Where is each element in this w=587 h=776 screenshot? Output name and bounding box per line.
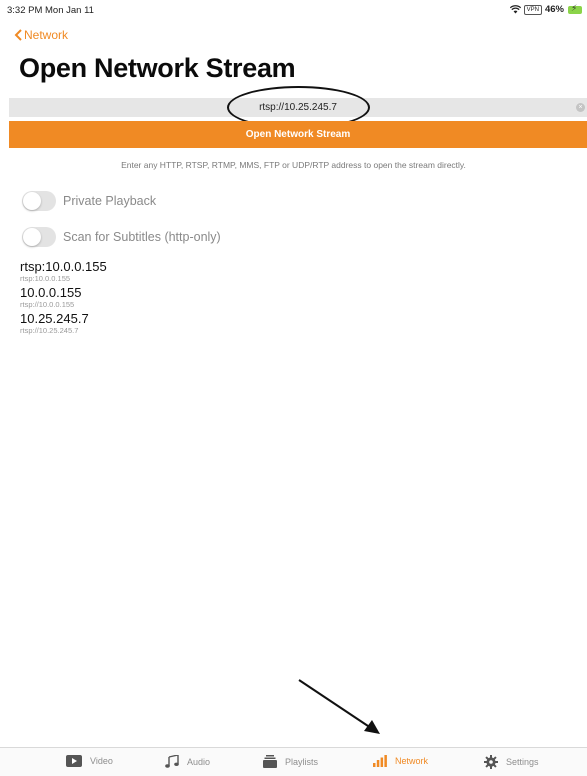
chevron-left-icon [14,29,22,41]
tab-audio[interactable]: Audio [165,755,210,768]
tab-playlists[interactable]: Playlists [263,755,318,768]
history-subtitle: rtsp://10.0.0.155 [20,300,75,309]
page-title: Open Network Stream [19,53,296,83]
status-indicators: VPN 46% [509,3,582,15]
status-time: 3:32 PM Mon Jan 11 [7,5,94,16]
hint-text: Enter any HTTP, RTSP, RTMP, MMS, FTP or … [121,160,466,170]
wifi-icon [509,5,521,14]
tab-label: Network [395,756,429,766]
history-subtitle: rtsp:10.0.0.155 [20,274,71,283]
history-title: 10.25.245.7 [20,311,89,326]
private-playback-toggle[interactable] [22,191,56,211]
vpn-badge: VPN [523,4,542,15]
private-playback-label: Private Playback [63,194,157,208]
tab-video[interactable]: Video [66,755,113,767]
list-item[interactable]: 10.25.245.7 rtsp://10.25.245.7 [20,311,107,335]
url-field[interactable]: × [9,98,587,117]
gear-icon [484,755,498,769]
history-list: rtsp:10.0.0.155 rtsp:10.0.0.155 10.0.0.1… [20,259,107,337]
battery-icon [568,3,582,14]
scan-subtitles-label: Scan for Subtitles (http-only) [63,230,221,244]
history-title: rtsp:10.0.0.155 [20,259,107,274]
open-network-stream-button[interactable]: Open Network Stream [9,121,587,148]
tab-bar: Video Audio Playlists Network Settings [0,747,587,776]
history-subtitle: rtsp://10.25.245.7 [20,326,79,335]
tab-network[interactable]: Network [373,755,428,767]
tab-settings[interactable]: Settings [484,755,539,769]
history-title: 10.0.0.155 [20,285,82,300]
status-bar: 3:32 PM Mon Jan 11 VPN 46% [0,0,587,20]
list-item[interactable]: rtsp:10.0.0.155 rtsp:10.0.0.155 [20,259,107,283]
playlists-icon [263,755,277,768]
back-button[interactable]: Network [14,28,68,42]
tab-label: Video [90,756,113,766]
battery-percent: 46% [544,4,564,15]
tab-label: Playlists [285,756,319,767]
list-item[interactable]: 10.0.0.155 rtsp://10.0.0.155 [20,285,107,309]
back-label: Network [24,28,69,42]
video-icon [66,755,82,767]
music-note-icon [165,755,179,768]
clear-icon[interactable]: × [576,103,585,112]
url-input[interactable] [9,98,587,117]
tab-label: Audio [187,756,211,767]
tab-label: Settings [506,757,539,767]
network-bars-icon [373,755,387,767]
scan-subtitles-row: Scan for Subtitles (http-only) [22,227,221,247]
toggle-knob [23,192,41,210]
private-playback-row: Private Playback [22,191,156,211]
toggle-knob [23,228,41,246]
scan-subtitles-toggle[interactable] [22,227,56,247]
